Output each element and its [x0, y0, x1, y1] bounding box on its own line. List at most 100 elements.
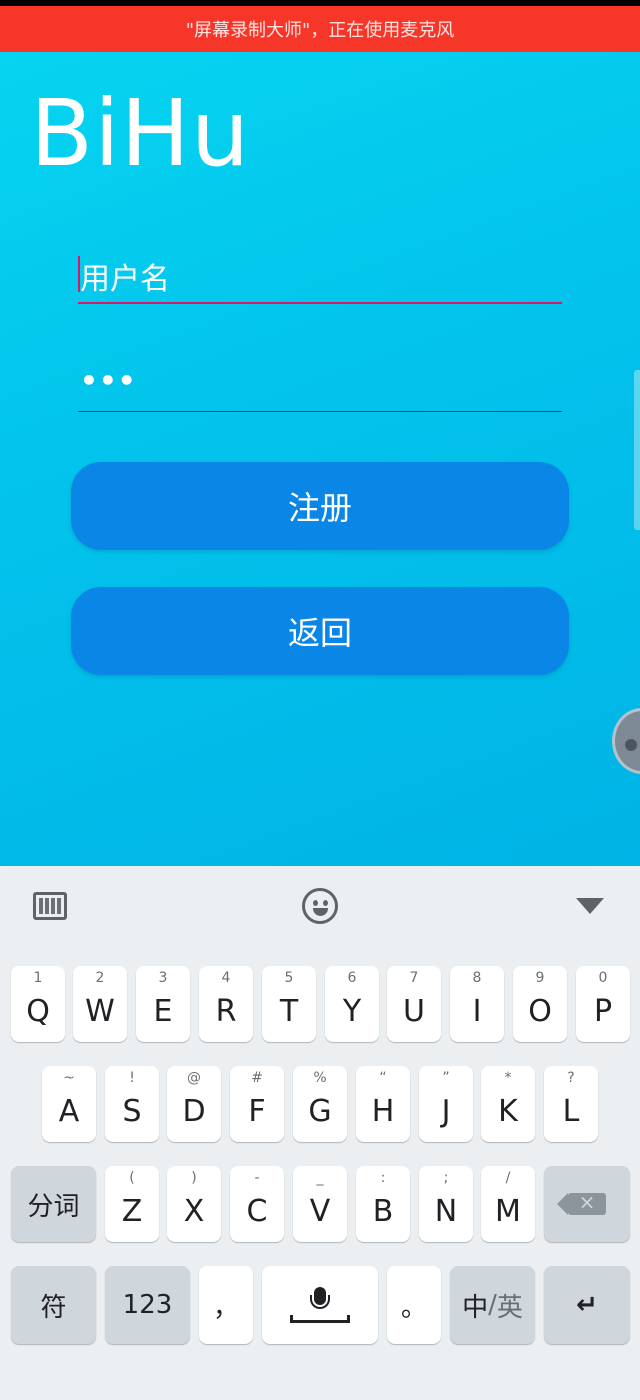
key-hint: ” [442, 1070, 450, 1086]
key-hint: 3 [158, 970, 168, 986]
segment-key[interactable]: 分词 [11, 1166, 96, 1242]
mic-icon-wrap [262, 1266, 378, 1344]
key-label: B [372, 1194, 394, 1229]
key-f[interactable]: # F [230, 1066, 284, 1142]
lang-cn: 中 [462, 1292, 489, 1323]
key-label: U [403, 994, 425, 1029]
hide-keyboard-icon[interactable] [576, 898, 604, 914]
key-label: T [279, 994, 299, 1029]
key-o[interactable]: 9 O [513, 966, 567, 1042]
key-k[interactable]: * K [481, 1066, 535, 1142]
keyboard-icon[interactable] [33, 892, 67, 920]
key-label: 符 [40, 1292, 67, 1323]
key-label: S [122, 1094, 142, 1129]
enter-icon: ↵ [576, 1290, 598, 1320]
key-label: Y [342, 994, 362, 1029]
key-hint: - [254, 1170, 260, 1186]
key-x[interactable]: ) X [167, 1166, 221, 1242]
key-hint: ; [443, 1170, 449, 1186]
key-label: 。 [400, 1292, 427, 1323]
key-hint: : [380, 1170, 386, 1186]
key-s[interactable]: ! S [105, 1066, 159, 1142]
key-t[interactable]: 5 T [262, 966, 316, 1042]
numbers-key[interactable]: 123 [105, 1266, 190, 1344]
key-e[interactable]: 3 E [136, 966, 190, 1042]
mic-icon [290, 1285, 350, 1325]
key-hint: 9 [535, 970, 545, 986]
key-n[interactable]: ; N [419, 1166, 473, 1242]
key-hint: 1 [33, 970, 43, 986]
key-w[interactable]: 2 W [73, 966, 127, 1042]
key-label: ， [212, 1292, 239, 1323]
key-label: O [528, 994, 552, 1029]
key-hint: ) [191, 1170, 197, 1186]
floating-ball[interactable] [612, 708, 640, 774]
key-hint: 5 [284, 970, 294, 986]
register-screen: BiHu 用户名 ••• 注册 返回 [0, 52, 640, 866]
language-label: 中 / 英 [450, 1266, 535, 1344]
key-i[interactable]: 8 I [450, 966, 504, 1042]
key-label: E [153, 994, 173, 1029]
key-b[interactable]: : B [356, 1166, 410, 1242]
key-hint: ( [129, 1170, 135, 1186]
period-key[interactable]: 。 [387, 1266, 441, 1344]
keyboard-toolbar [0, 866, 640, 952]
key-r[interactable]: 4 R [199, 966, 253, 1042]
register-button[interactable]: 注册 [71, 462, 569, 550]
backspace-key[interactable] [544, 1166, 630, 1242]
key-hint: @ [187, 1070, 201, 1086]
language-switch-key[interactable]: 中 / 英 [450, 1266, 535, 1344]
key-hint: % [313, 1070, 327, 1086]
key-label: 分词 [27, 1191, 80, 1222]
key-h[interactable]: “ H [356, 1066, 410, 1142]
key-g[interactable]: % G [293, 1066, 347, 1142]
key-hint: # [251, 1070, 263, 1086]
key-label: W [85, 994, 115, 1029]
password-field[interactable]: ••• [78, 352, 562, 412]
key-hint: / [505, 1170, 511, 1186]
username-field[interactable]: 用户名 [78, 244, 562, 304]
key-label: F [248, 1094, 266, 1129]
key-a[interactable]: ~ A [42, 1066, 96, 1142]
key-hint: ~ [63, 1070, 75, 1086]
comma-key[interactable]: ， [199, 1266, 253, 1344]
key-v[interactable]: _ V [293, 1166, 347, 1242]
key-label: J [441, 1094, 451, 1129]
key-c[interactable]: - C [230, 1166, 284, 1242]
key-label: R [215, 994, 237, 1029]
key-hint: “ [379, 1070, 387, 1086]
key-label: P [593, 994, 613, 1029]
key-hint: ! [129, 1070, 135, 1086]
key-hint: ? [567, 1070, 575, 1086]
key-label: L [562, 1094, 580, 1129]
key-u[interactable]: 7 U [387, 966, 441, 1042]
recording-banner[interactable]: "屏幕录制大师"，正在使用麦克风 [0, 6, 640, 52]
key-label: D [182, 1094, 206, 1129]
soft-keyboard: 1 Q 2 W 3 E 4 R 5 T 6 Y 7 U 8 I 9 O 0 P … [0, 866, 640, 1400]
key-hint: 7 [409, 970, 419, 986]
key-y[interactable]: 6 Y [325, 966, 379, 1042]
key-label: X [183, 1194, 205, 1229]
floating-ball-dot [625, 739, 637, 751]
space-key[interactable] [262, 1266, 378, 1344]
symbols-key[interactable]: 符 [11, 1266, 96, 1344]
key-m[interactable]: / M [481, 1166, 535, 1242]
backspace-icon [557, 1190, 606, 1215]
key-label: 123 [122, 1290, 173, 1320]
enter-key[interactable]: ↵ [544, 1266, 630, 1344]
key-z[interactable]: ( Z [105, 1166, 159, 1242]
key-label: H [371, 1094, 395, 1129]
emoji-icon[interactable] [302, 888, 338, 924]
key-label: K [498, 1094, 518, 1129]
key-hint: 0 [598, 970, 608, 986]
key-label: G [308, 1094, 332, 1129]
key-l[interactable]: ? L [544, 1066, 598, 1142]
edge-handle[interactable] [634, 370, 640, 530]
back-button[interactable]: 返回 [71, 587, 569, 675]
key-d[interactable]: @ D [167, 1066, 221, 1142]
key-label: C [246, 1194, 268, 1229]
key-label: N [434, 1194, 458, 1229]
key-j[interactable]: ” J [419, 1066, 473, 1142]
key-q[interactable]: 1 Q [11, 966, 65, 1042]
key-p[interactable]: 0 P [576, 966, 630, 1042]
